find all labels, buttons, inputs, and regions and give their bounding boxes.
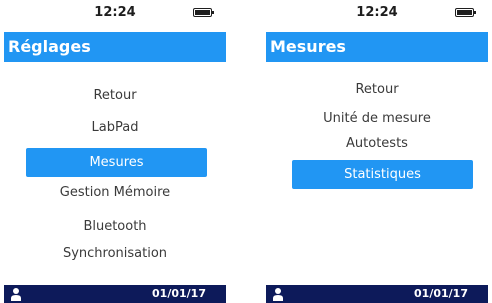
device-screen-mesures: 12:24 Mesures Retour Unité de mesure Aut… [266,0,488,303]
user-icon [273,288,283,301]
page-title: Mesures [270,37,346,56]
status-bar: 12:24 [4,0,226,26]
title-bar: Réglages [4,32,226,62]
battery-full-icon [455,8,476,17]
menu-item-statistiques[interactable]: Statistiques [292,160,473,189]
menu-item-autotests[interactable]: Autotests [266,132,488,156]
user-icon [11,288,21,301]
status-bar: 12:24 [266,0,488,26]
menu-item-mesures[interactable]: Mesures [26,148,207,177]
footer-bar: 01/01/17 [4,285,226,303]
menu-item-synchronisation[interactable]: Synchronisation [4,242,226,266]
page-title: Réglages [8,37,91,56]
menu-item-gestion-memoire[interactable]: Gestion Mémoire [4,181,226,205]
device-screen-settings: 12:24 Réglages Retour LabPad Mesures Ges… [4,0,226,303]
menu-item-retour[interactable]: Retour [266,78,488,102]
menu-item-labpad[interactable]: LabPad [4,116,226,140]
menu-item-unite-de-mesure[interactable]: Unité de mesure [266,107,488,131]
menu-item-retour[interactable]: Retour [4,84,226,108]
menu-item-bluetooth[interactable]: Bluetooth [4,215,226,239]
footer-date: 01/01/17 [152,287,206,300]
footer-date: 01/01/17 [414,287,468,300]
footer-bar: 01/01/17 [266,285,488,303]
title-bar: Mesures [266,32,488,62]
battery-full-icon [193,8,214,17]
